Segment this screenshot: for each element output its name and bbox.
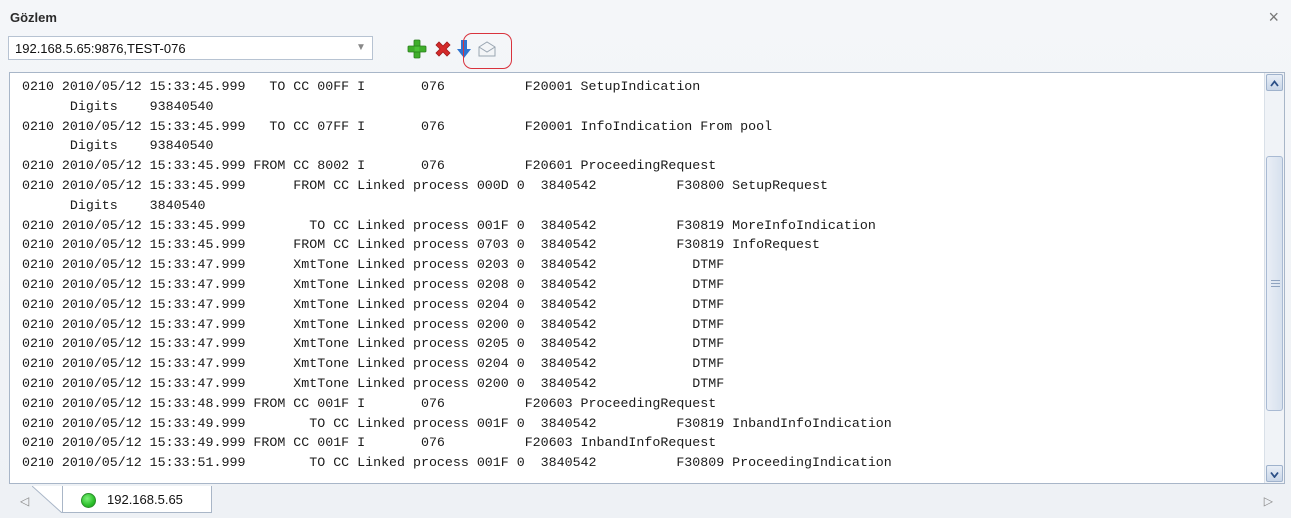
tab-prev-icon[interactable]: ◁ [20,494,29,508]
log-lines: 0210 2010/05/12 15:33:45.999 TO CC 00FF … [10,77,1264,473]
log-line: Digits 93840540 [22,98,214,114]
monitor-panel: Gözlem × 192.168.5.65:9876,TEST-076 ▼ 02… [0,0,1291,518]
log-line: 0210 2010/05/12 15:33:47.999 XmtTone Lin… [22,375,725,391]
log-line: 0210 2010/05/12 15:33:45.999 TO CC Linke… [22,217,876,233]
grip-line [1271,286,1280,287]
scroll-down-button[interactable] [1266,465,1283,482]
log-line: 0210 2010/05/12 15:33:47.999 XmtTone Lin… [22,296,725,312]
log-view[interactable]: 0210 2010/05/12 15:33:45.999 TO CC 00FF … [9,72,1285,484]
scroll-thumb[interactable] [1266,156,1283,411]
tab-bar: ◁ 192.168.5.65 ▷ [0,486,1291,518]
tab-next-icon[interactable]: ▷ [1264,494,1273,508]
log-line: 0210 2010/05/12 15:33:49.999 FROM CC 001… [22,435,717,451]
log-line: Digits 3840540 [22,197,206,213]
log-line: 0210 2010/05/12 15:33:45.999 FROM CC Lin… [22,237,820,253]
log-line: 0210 2010/05/12 15:33:47.999 XmtTone Lin… [22,336,725,352]
add-icon [406,38,428,60]
close-icon[interactable]: × [1268,8,1279,26]
vertical-scrollbar[interactable] [1264,73,1284,483]
chevron-down-icon [1270,465,1279,483]
highlight-marker [463,33,512,69]
tab-label: 192.168.5.65 [107,492,183,507]
chevron-up-icon [1270,74,1279,92]
add-button[interactable] [405,37,429,61]
connection-combo[interactable]: 192.168.5.65:9876,TEST-076 ▼ [8,36,373,60]
log-line: 0210 2010/05/12 15:33:47.999 XmtTone Lin… [22,356,725,372]
scroll-up-button[interactable] [1266,74,1283,91]
chevron-down-icon[interactable]: ▼ [354,40,368,56]
log-line: 0210 2010/05/12 15:33:51.999 TO CC Linke… [22,455,892,471]
title-bar: Gözlem × [0,0,1291,34]
delete-icon [433,39,453,59]
connection-value: 192.168.5.65:9876,TEST-076 [15,41,186,56]
grip-line [1271,283,1280,284]
log-line: 0210 2010/05/12 15:33:47.999 XmtTone Lin… [22,276,725,292]
tab-connection[interactable]: 192.168.5.65 [62,486,212,513]
log-line: 0210 2010/05/12 15:33:47.999 XmtTone Lin… [22,257,725,273]
log-line: 0210 2010/05/12 15:33:45.999 TO CC 07FF … [22,118,773,134]
panel-title: Gözlem [10,10,57,25]
log-line: 0210 2010/05/12 15:33:48.999 FROM CC 001… [22,395,717,411]
status-dot-icon [81,493,96,508]
log-line: 0210 2010/05/12 15:33:45.999 TO CC 00FF … [22,79,701,94]
toolbar: 192.168.5.65:9876,TEST-076 ▼ [0,34,1291,66]
log-line: 0210 2010/05/12 15:33:47.999 XmtTone Lin… [22,316,725,332]
grip-line [1271,280,1280,281]
log-line: Digits 93840540 [22,138,214,154]
log-line: 0210 2010/05/12 15:33:49.999 TO CC Linke… [22,415,892,431]
log-line: 0210 2010/05/12 15:33:45.999 FROM CC 800… [22,158,717,174]
log-line: 0210 2010/05/12 15:33:45.999 FROM CC Lin… [22,177,828,193]
tab-edge [32,486,64,513]
